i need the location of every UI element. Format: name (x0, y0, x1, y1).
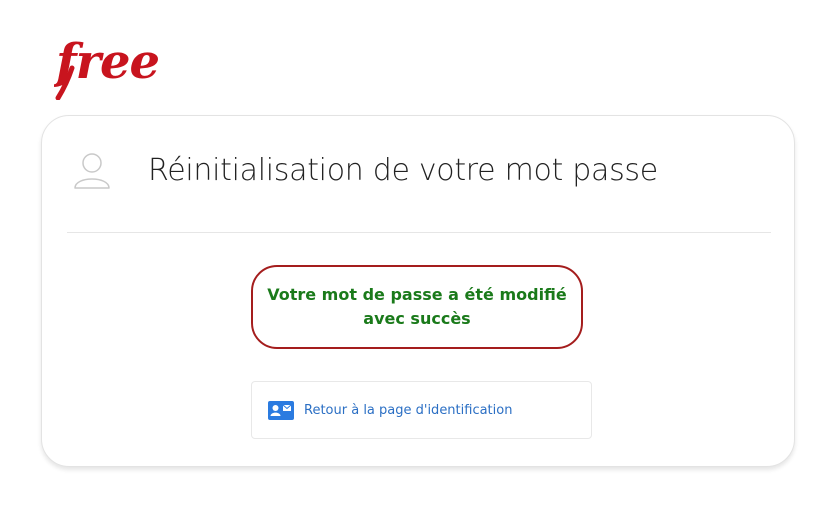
id-card-icon (268, 400, 294, 420)
free-logo[interactable]: free (54, 38, 200, 100)
reset-password-card: Réinitialisation de votre mot passe Votr… (41, 115, 795, 467)
success-message-box: Votre mot de passe a été modifié avec su… (251, 265, 583, 349)
svg-text:free: free (54, 38, 159, 90)
card-header: Réinitialisation de votre mot passe (42, 116, 794, 233)
header-divider (67, 232, 771, 233)
back-to-login-button[interactable]: Retour à la page d'identification (251, 381, 592, 439)
success-message-text: Votre mot de passe a été modifié avec su… (267, 285, 567, 328)
back-to-login-label: Retour à la page d'identification (304, 402, 513, 418)
user-icon (74, 153, 110, 189)
page: free Réinitialisation de votre mot passe… (0, 0, 832, 508)
card-title: Réinitialisation de votre mot passe (148, 153, 658, 188)
